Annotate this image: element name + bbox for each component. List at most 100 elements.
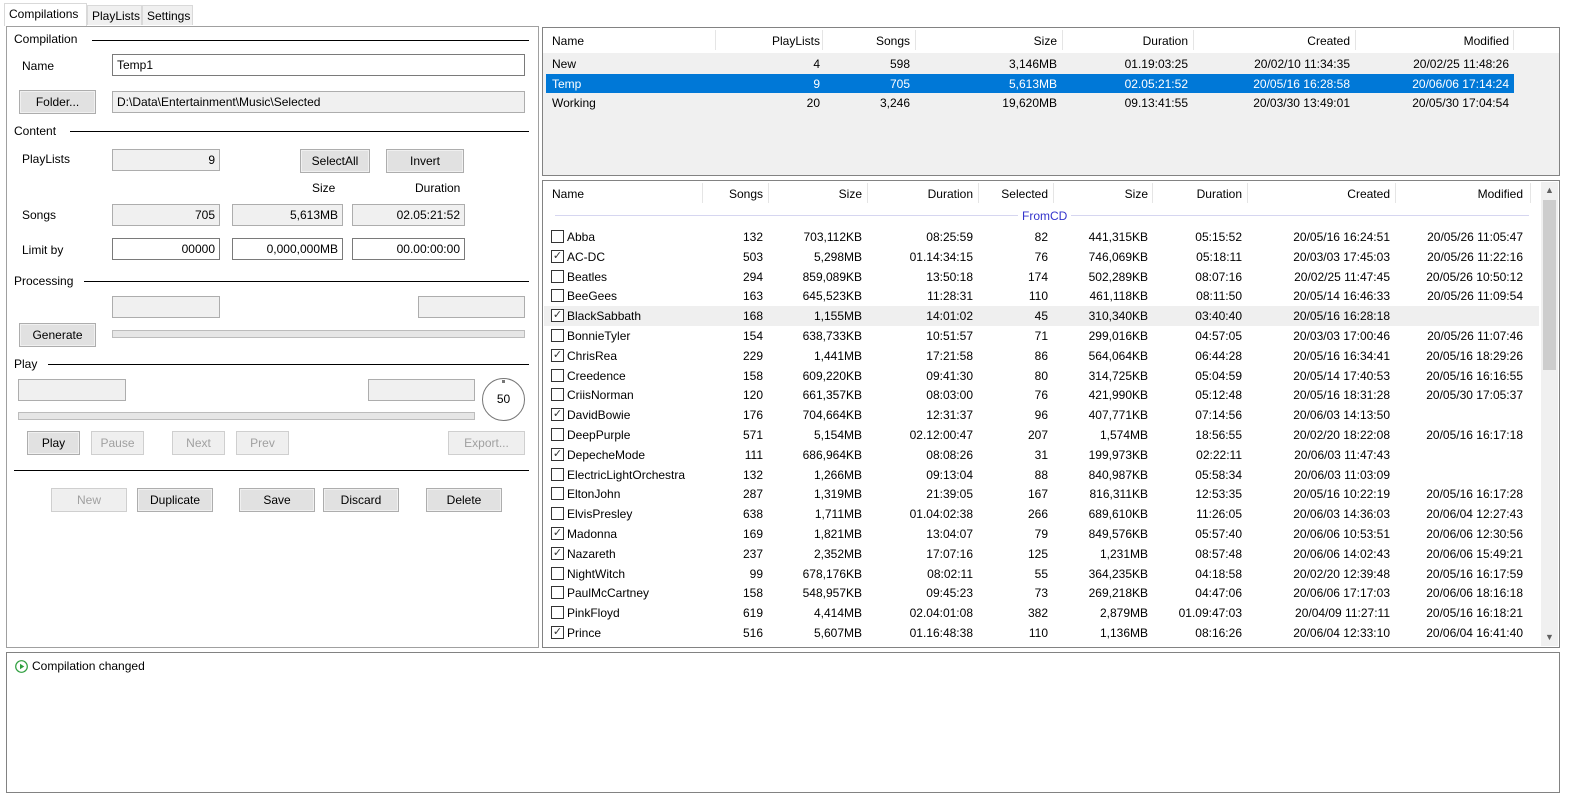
duplicate-button[interactable]: Duplicate: [137, 488, 213, 512]
limit-duration-input[interactable]: 00.00:00:00: [352, 238, 465, 260]
column-header-modified[interactable]: Modified: [1478, 187, 1523, 201]
column-header-name[interactable]: Name: [552, 187, 584, 201]
row-checkbox[interactable]: ✓: [551, 348, 564, 362]
compilations-table[interactable]: Name PlayLists Songs Size Duration Created Mod…: [542, 27, 1560, 176]
column-separator[interactable]: [1395, 183, 1396, 203]
tab-playlists[interactable]: PlayLists: [87, 5, 142, 25]
invert-button[interactable]: Invert: [386, 149, 464, 173]
row-checkbox[interactable]: ✓: [551, 527, 564, 540]
prev-button[interactable]: Prev: [236, 431, 289, 455]
pause-button[interactable]: Pause: [91, 431, 144, 455]
volume-knob[interactable]: 50: [482, 378, 525, 421]
row-checkbox[interactable]: ✓: [551, 309, 564, 323]
export-button[interactable]: Export...: [448, 431, 525, 455]
column-separator[interactable]: [978, 183, 979, 203]
row-checkbox[interactable]: [551, 428, 564, 441]
column-separator[interactable]: [1247, 183, 1248, 203]
new-button[interactable]: New: [51, 488, 127, 512]
delete-button[interactable]: Delete: [426, 488, 502, 512]
table-row[interactable]: ✓ Nazareth 237 2,352MB 17:07:16 125 1,231MB 08:…: [544, 544, 1539, 564]
row-checkbox[interactable]: [551, 507, 564, 521]
column-header-duration[interactable]: Duration: [1143, 34, 1188, 48]
table-row[interactable]: CriisNorman 120 661,357KB 08:03:00 76 421,990…: [544, 385, 1539, 405]
column-separator[interactable]: [1193, 30, 1194, 50]
row-checkbox[interactable]: [551, 269, 564, 283]
column-header-songs[interactable]: Songs: [729, 187, 763, 201]
row-checkbox[interactable]: ✓: [551, 408, 564, 422]
scroll-up-arrow-icon[interactable]: ▲: [1541, 182, 1558, 199]
table-row[interactable]: Creedence 158 609,220KB 09:41:30 80 314,725KB…: [544, 366, 1539, 386]
table-row[interactable]: ✓ ChrisRea 229 1,441MB 17:21:58 86 564,064KB 06…: [544, 346, 1539, 366]
column-separator[interactable]: [1053, 183, 1054, 203]
column-header-created[interactable]: Created: [1307, 34, 1350, 48]
row-checkbox[interactable]: [551, 566, 564, 580]
row-checkbox[interactable]: ✓: [551, 626, 564, 639]
table-row[interactable]: ElectricLightOrchestra 132 1,266MB 09:13:04…: [544, 465, 1539, 485]
next-button[interactable]: Next: [172, 431, 225, 455]
row-checkbox[interactable]: [551, 606, 564, 620]
row-checkbox[interactable]: [551, 388, 564, 402]
scrollbar-thumb[interactable]: [1543, 200, 1556, 370]
table-row[interactable]: PinkFloyd 619 4,414MB 02.04:01:08 382 2,879MB…: [544, 603, 1539, 623]
column-header-duration[interactable]: Duration: [928, 187, 973, 201]
column-separator[interactable]: [1062, 30, 1063, 50]
column-header-created[interactable]: Created: [1347, 187, 1390, 201]
column-header-size[interactable]: Size: [839, 187, 862, 201]
table-row[interactable]: PaulMcCartney 158 548,957KB 09:45:23 73 269,2…: [544, 583, 1539, 603]
table-row[interactable]: ✓ BlackSabbath 168 1,155MB 14:01:02 45 310,340…: [544, 306, 1539, 327]
row-checkbox[interactable]: [551, 289, 564, 303]
column-separator[interactable]: [702, 183, 703, 203]
limit-songs-input[interactable]: 00000: [112, 238, 220, 260]
row-checkbox[interactable]: ✓: [551, 249, 564, 263]
discard-button[interactable]: Discard: [323, 488, 399, 512]
scroll-down-arrow-icon[interactable]: ▼: [1541, 629, 1558, 646]
row-checkbox[interactable]: [551, 487, 564, 501]
table-row[interactable]: ✓ Prince 516 5,607MB 01.16:48:38 110 1,136MB 08…: [544, 623, 1539, 643]
row-checkbox[interactable]: [551, 368, 564, 382]
tab-settings[interactable]: Settings: [142, 5, 193, 25]
table-row[interactable]: ElvisPresley 638 1,711MB 01.04:02:38 266 689,…: [544, 504, 1539, 524]
table-row[interactable]: Abba 132 703,112KB 08:25:59 82 441,315KB 05:15…: [544, 227, 1539, 247]
generate-button[interactable]: Generate: [19, 323, 96, 347]
vertical-scrollbar[interactable]: ▲ ▼: [1541, 182, 1558, 646]
column-separator[interactable]: [1152, 183, 1153, 203]
row-checkbox[interactable]: [551, 467, 564, 481]
column-separator[interactable]: [1513, 30, 1514, 50]
play-button[interactable]: Play: [27, 431, 80, 455]
name-input[interactable]: Temp1: [112, 54, 525, 76]
select-all-button[interactable]: SelectAll: [300, 149, 370, 173]
column-header-songs[interactable]: Songs: [876, 34, 910, 48]
column-separator[interactable]: [822, 30, 823, 50]
column-separator[interactable]: [1355, 30, 1356, 50]
table-row[interactable]: New 4 598 3,146MB 01.19:03:25 20/02/10 11:34:…: [546, 54, 1514, 73]
table-row[interactable]: Working 20 3,246 19,620MB 09.13:41:55 20/03/3…: [546, 93, 1514, 112]
column-separator[interactable]: [867, 183, 868, 203]
table-row[interactable]: ✓ Madonna 169 1,821MB 13:04:07 79 849,576KB 05:…: [544, 524, 1539, 544]
table-row[interactable]: DeepPurple 571 5,154MB 02.12:00:47 207 1,574M…: [544, 425, 1539, 445]
table-row[interactable]: ✓ AC-DC 503 5,298MB 01.14:34:15 76 746,069KB 05…: [544, 247, 1539, 267]
save-button[interactable]: Save: [239, 488, 315, 512]
column-header-selected-size[interactable]: Size: [1125, 187, 1148, 201]
row-checkbox[interactable]: ✓: [551, 546, 564, 560]
table-row[interactable]: BeeGees 163 645,523KB 11:28:31 110 461,118KB 0…: [544, 286, 1539, 306]
column-header-modified[interactable]: Modified: [1464, 34, 1509, 48]
row-checkbox[interactable]: ✓: [551, 447, 564, 461]
table-row[interactable]: ✓ DepecheMode 111 686,964KB 08:08:26 31 199,97…: [544, 445, 1539, 465]
table-row[interactable]: EltonJohn 287 1,319MB 21:39:05 167 816,311KB 1…: [544, 484, 1539, 504]
row-checkbox[interactable]: [551, 586, 564, 600]
column-header-selected[interactable]: Selected: [1001, 187, 1048, 201]
table-row[interactable]: Beatles 294 859,089KB 13:50:18 174 502,289KB 0…: [544, 267, 1539, 287]
column-header-name[interactable]: Name: [552, 34, 584, 48]
row-checkbox[interactable]: [551, 329, 564, 342]
column-separator[interactable]: [915, 30, 916, 50]
play-progress-bar[interactable]: [18, 412, 475, 420]
column-header-playlists[interactable]: PlayLists: [772, 34, 820, 48]
table-row[interactable]: NightWitch 99 678,176KB 08:02:11 55 364,235KB…: [544, 564, 1539, 584]
row-checkbox[interactable]: [551, 230, 564, 243]
table-row[interactable]: BonnieTyler 154 638,733KB 10:51:57 71 299,016…: [544, 326, 1539, 346]
column-header-selected-duration[interactable]: Duration: [1197, 187, 1242, 201]
column-separator[interactable]: [1530, 183, 1531, 203]
table-row[interactable]: Temp 9 705 5,613MB 02.05:21:52 20/05/16 16:28…: [546, 73, 1514, 93]
limit-size-input[interactable]: 0,000,000MB: [232, 238, 343, 260]
column-separator[interactable]: [768, 183, 769, 203]
